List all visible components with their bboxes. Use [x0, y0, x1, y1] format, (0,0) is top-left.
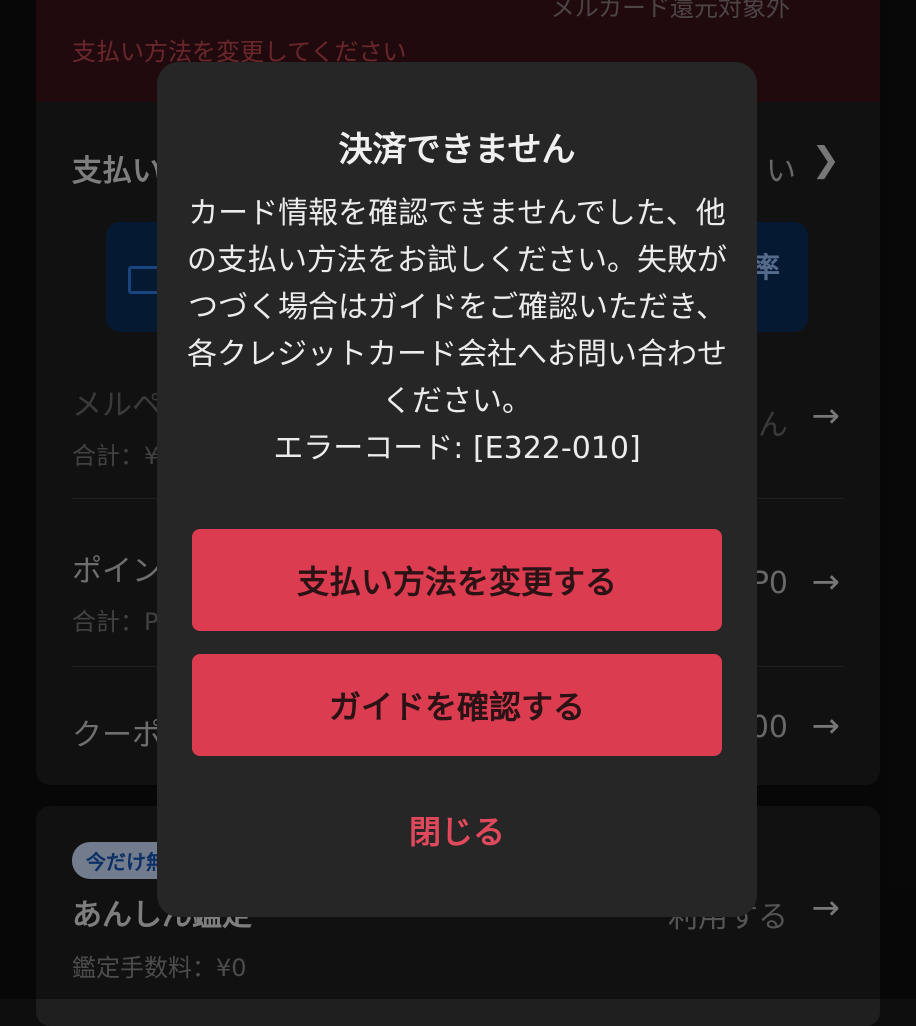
close-button[interactable]: 閉じる [157, 807, 757, 853]
change-payment-method-button[interactable]: 支払い方法を変更する [192, 529, 722, 631]
payment-error-dialog: 決済できません カード情報を確認できませんでした、他の支払い方法をお試しください… [157, 62, 757, 917]
error-code: エラーコード: [E322-010] [273, 431, 641, 466]
dialog-title: 決済できません [338, 130, 576, 170]
view-guide-button[interactable]: ガイドを確認する [192, 654, 722, 756]
dialog-message: カード情報を確認できませんでした、他の支払い方法をお試しください。失敗がつづく場… [187, 196, 727, 419]
dialog-body: カード情報を確認できませんでした、他の支払い方法をお試しください。失敗がつづく場… [187, 190, 727, 472]
